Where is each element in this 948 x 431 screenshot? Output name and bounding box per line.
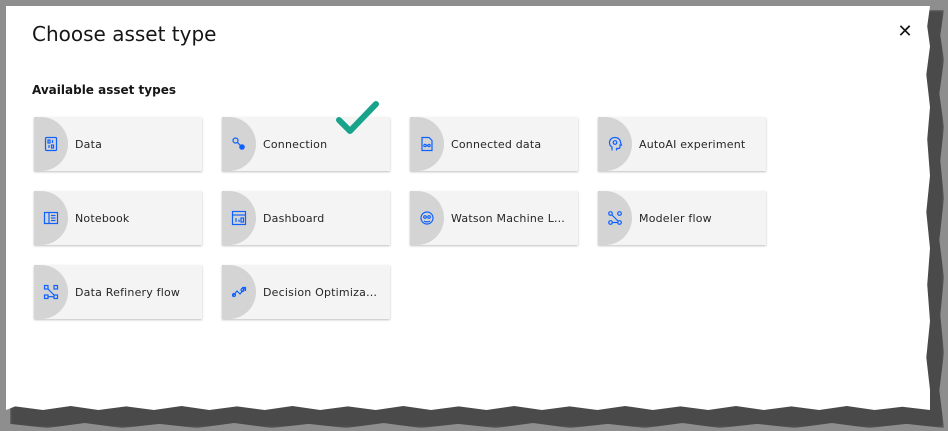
close-icon[interactable]: ✕	[894, 20, 916, 42]
tile-label: Connected data	[451, 137, 542, 151]
tile-label: Dashboard	[263, 211, 325, 225]
tile-dashboard[interactable]: Dashboard	[222, 191, 390, 245]
tile-label: Data	[75, 137, 103, 151]
tile-watson-machine-learning[interactable]: Watson Machine Le...	[410, 191, 578, 245]
tile-label: AutoAI experiment	[639, 137, 746, 151]
tile-label: Data Refinery flow	[75, 285, 181, 299]
tile-autoai-experiment[interactable]: AutoAI experiment	[598, 117, 766, 171]
tile-data-refinery-flow[interactable]: Data Refinery flow	[34, 265, 202, 319]
tile-connected-data[interactable]: Connected data	[410, 117, 578, 171]
data-icon	[34, 117, 68, 171]
tile-decision-optimization[interactable]: Decision Optimizati...	[222, 265, 390, 319]
autoai-icon	[598, 117, 632, 171]
dialog-title: Choose asset type	[32, 22, 217, 46]
machine-learning-icon	[410, 191, 444, 245]
decision-optimization-icon	[222, 265, 256, 319]
choose-asset-type-dialog: Choose asset type ✕ Available asset type…	[6, 6, 930, 410]
connected-data-icon	[410, 117, 444, 171]
tile-label: Modeler flow	[639, 211, 712, 225]
tile-label: Connection	[263, 137, 328, 151]
tile-notebook[interactable]: Notebook	[34, 191, 202, 245]
notebook-icon	[34, 191, 68, 245]
tile-label: Notebook	[75, 211, 130, 225]
tile-data[interactable]: Data	[34, 117, 202, 171]
modeler-flow-icon	[598, 191, 632, 245]
tile-modeler-flow[interactable]: Modeler flow	[598, 191, 766, 245]
dashboard-icon	[222, 191, 256, 245]
asset-type-grid: Data Connection Connected data AutoAI ex…	[34, 117, 766, 319]
checkmark-icon	[336, 101, 379, 134]
data-refinery-icon	[34, 265, 68, 319]
tile-label: Watson Machine Le...	[451, 211, 569, 225]
tile-label: Decision Optimizati...	[263, 285, 381, 299]
section-label: Available asset types	[32, 83, 176, 97]
connection-icon	[222, 117, 256, 171]
